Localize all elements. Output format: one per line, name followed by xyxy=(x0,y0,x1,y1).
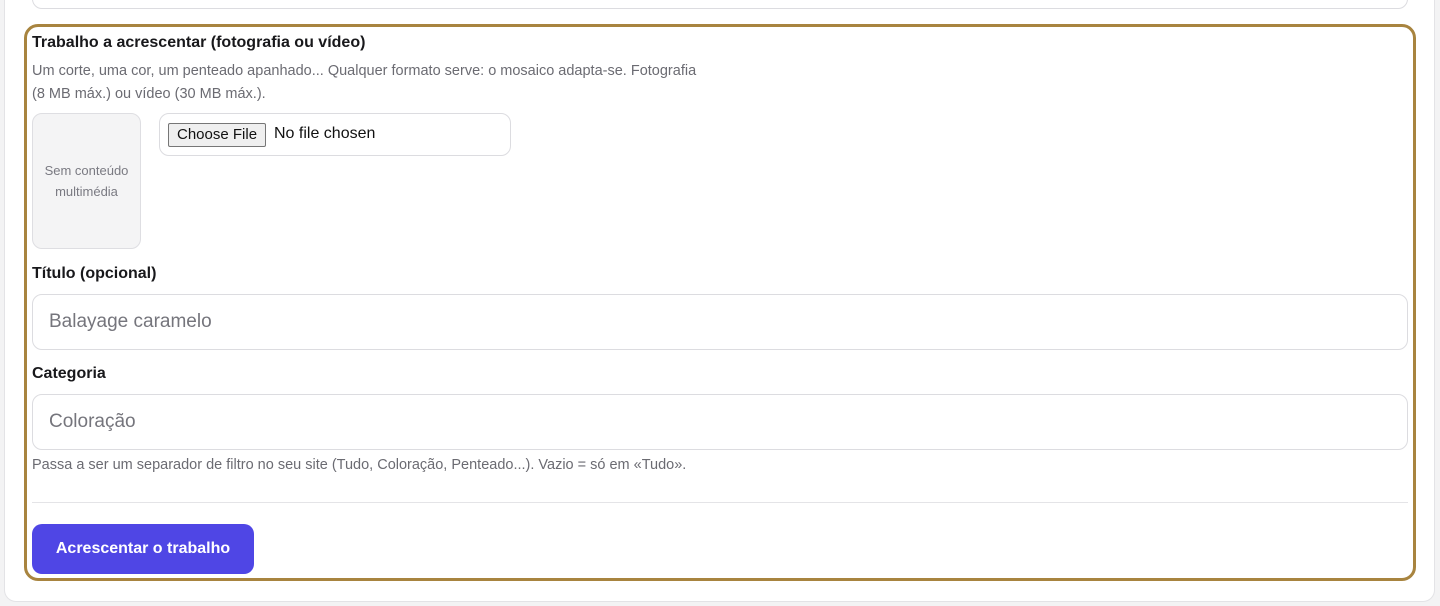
category-help: Passa a ser um separador de filtro no se… xyxy=(32,457,687,473)
upload-label: Trabalho a acrescentar (fotografia ou ví… xyxy=(32,34,366,51)
media-preview: Sem conteúdo multimédia xyxy=(32,113,141,249)
upload-help-line-2: (8 MB máx.) ou vídeo (30 MB máx.). xyxy=(32,86,266,102)
category-input[interactable] xyxy=(32,394,1408,450)
title-input[interactable] xyxy=(32,294,1408,350)
title-label: Título (opcional) xyxy=(32,265,157,282)
file-input[interactable]: Choose File No file chosen xyxy=(159,113,511,156)
category-label: Categoria xyxy=(32,365,106,382)
add-work-button[interactable]: Acrescentar o trabalho xyxy=(32,524,254,574)
file-status-text: No file chosen xyxy=(274,125,376,142)
upload-help-line-1: Um corte, uma cor, um penteado apanhado.… xyxy=(32,63,697,79)
form-divider xyxy=(32,502,1408,503)
media-preview-empty-text: Sem conteúdo multimédia xyxy=(44,163,129,199)
previous-field[interactable] xyxy=(32,0,1408,9)
choose-file-button[interactable]: Choose File xyxy=(168,123,267,147)
